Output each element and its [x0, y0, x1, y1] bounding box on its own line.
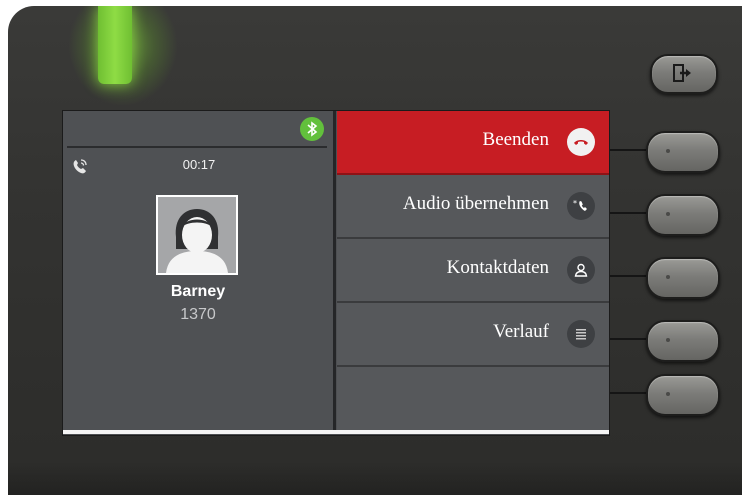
softkey-2-button[interactable]	[646, 194, 720, 236]
screen-bottom-strip	[63, 430, 609, 434]
hang-up-icon	[567, 128, 595, 156]
key-connector-line	[609, 149, 651, 151]
menu-item-history[interactable]: Verlauf	[337, 303, 609, 367]
key-connector-line	[609, 275, 651, 277]
take-audio-icon: *	[567, 192, 595, 220]
person-icon	[158, 197, 236, 273]
menu-item-empty	[337, 367, 609, 431]
svg-text:*: *	[573, 199, 577, 208]
menu-item-label: Verlauf	[493, 321, 549, 342]
softkey-1-button[interactable]	[646, 131, 720, 173]
key-connector-line	[609, 392, 651, 394]
contact-icon	[567, 256, 595, 284]
menu-item-label: Kontaktdaten	[446, 257, 549, 278]
contact-number: 1370	[180, 306, 216, 323]
call-info-pane: 00:17 Barney 1370	[63, 111, 333, 431]
active-call-icon	[73, 159, 87, 174]
softkey-4-button[interactable]	[646, 320, 720, 362]
contact-name: Barney	[170, 283, 226, 300]
menu-item-label: Audio übernehmen	[402, 193, 549, 214]
menu-item-take-audio[interactable]: Audio übernehmen *	[337, 175, 609, 239]
pane-divider	[333, 111, 336, 431]
key-connector-line	[609, 338, 651, 340]
list-icon	[567, 320, 595, 348]
exit-icon	[673, 64, 691, 82]
menu-item-contact-data[interactable]: Kontaktdaten	[337, 239, 609, 303]
bluetooth-icon	[300, 117, 324, 141]
call-timer: 00:17	[182, 157, 216, 172]
status-led	[98, 6, 132, 84]
key-connector-line	[609, 212, 651, 214]
call-menu: Beenden Audio übernehmen * Kontaktdaten	[337, 111, 609, 431]
exit-button[interactable]	[650, 54, 718, 94]
header-divider	[67, 146, 327, 148]
softkey-5-button[interactable]	[646, 374, 720, 416]
menu-item-end-call[interactable]: Beenden	[337, 111, 609, 175]
phone-screen: 00:17 Barney 1370 Beenden Audio übernehm…	[62, 110, 610, 436]
menu-item-label: Beenden	[482, 129, 549, 150]
avatar	[156, 195, 238, 275]
softkey-3-button[interactable]	[646, 257, 720, 299]
